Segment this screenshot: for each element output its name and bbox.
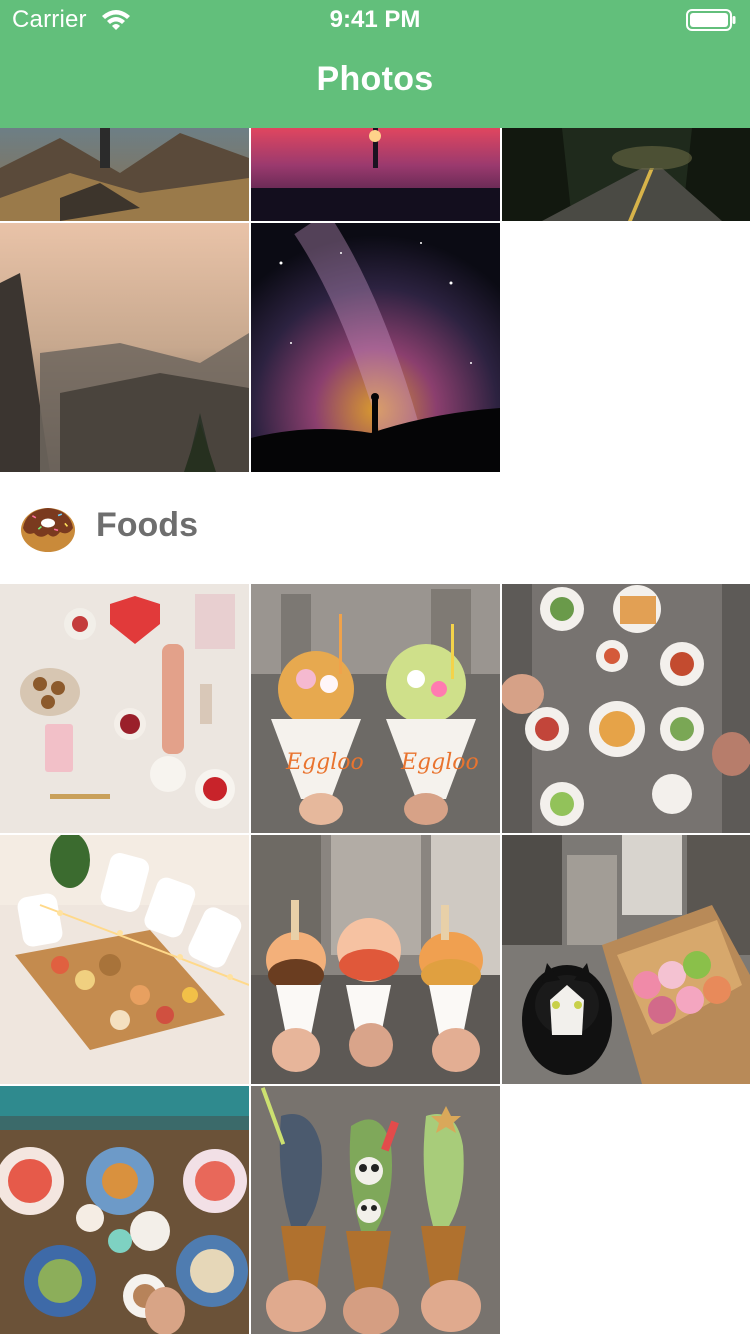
photo-tile[interactable] xyxy=(0,835,249,1084)
battery-icon xyxy=(686,9,736,31)
navigation-bar: Carrier 9:41 PM Photos xyxy=(0,0,750,128)
photo-tile[interactable] xyxy=(251,223,500,472)
status-bar: Carrier 9:41 PM xyxy=(0,0,750,40)
svg-text:Eggloo: Eggloo xyxy=(400,750,479,775)
photo-tile[interactable] xyxy=(0,128,249,221)
page-title: Photos xyxy=(316,60,434,98)
section-header-foods: Foods xyxy=(0,472,750,584)
photo-tile[interactable] xyxy=(251,128,500,221)
photo-tile[interactable] xyxy=(502,584,750,833)
photo-tile[interactable] xyxy=(0,1086,249,1334)
photo-tile[interactable] xyxy=(0,223,249,472)
svg-text:Eggloo: Eggloo xyxy=(285,750,364,775)
photo-tile[interactable] xyxy=(251,835,500,1084)
section-title: Foods xyxy=(96,506,198,544)
clock: 9:41 PM xyxy=(329,6,421,33)
photo-tile[interactable] xyxy=(502,128,750,221)
donut-icon xyxy=(21,508,75,552)
photo-tile[interactable] xyxy=(251,1086,500,1334)
photo-tile[interactable]: Eggloo Eggloo xyxy=(251,584,500,833)
photo-tile[interactable] xyxy=(502,835,750,1084)
photo-tile[interactable] xyxy=(0,584,249,833)
